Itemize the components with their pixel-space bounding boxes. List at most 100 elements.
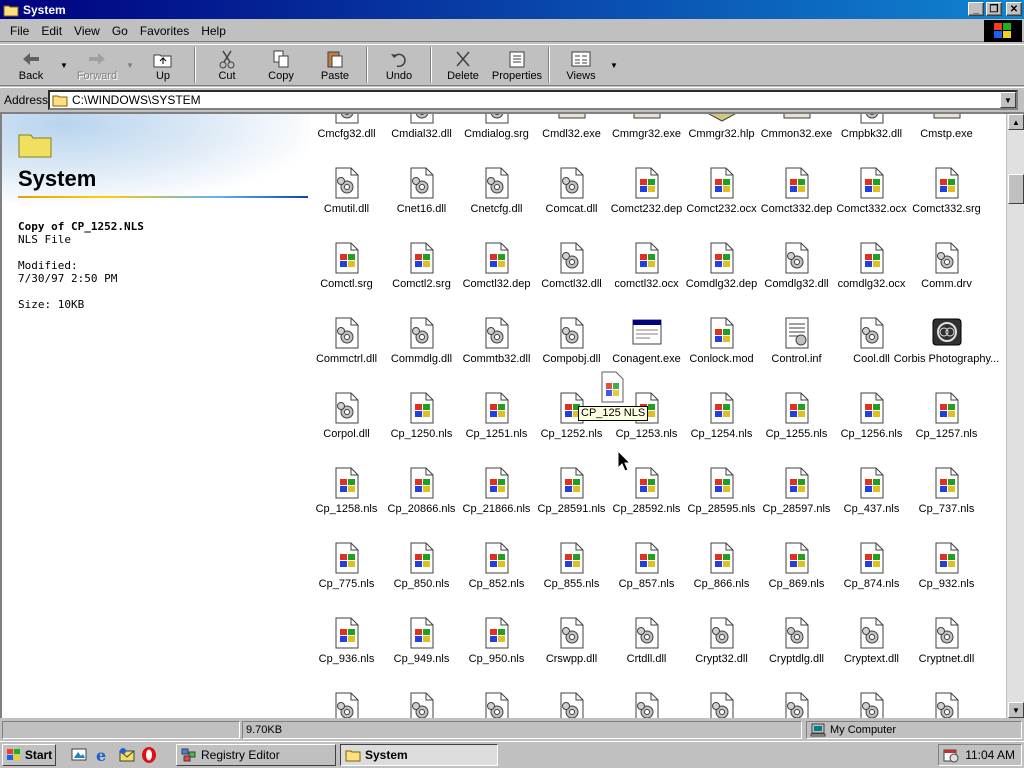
file-item[interactable]: Comct332.ocx [834,167,909,216]
file-item[interactable]: Comm.drv [909,242,984,291]
file-item[interactable]: Compobj.dll [534,317,609,366]
file-item[interactable]: Commctrl.dll [310,317,384,366]
scroll-down-button[interactable]: ▼ [1008,702,1024,718]
file-item[interactable]: Crypt32.dll [684,617,759,666]
file-item[interactable]: Crswpp.dll [534,617,609,666]
file-item[interactable]: Comctl32.dep [459,242,534,291]
internet-explorer-icon[interactable]: e [94,746,112,764]
scroll-thumb[interactable] [1008,174,1024,204]
file-item[interactable]: Cmmon32.exe [759,114,834,141]
minimize-button[interactable]: _ [968,2,984,16]
file-item[interactable]: Cp_1251.nls [459,392,534,441]
file-item[interactable]: Comctl32.dll [534,242,609,291]
menu-favorites[interactable]: Favorites [134,22,195,40]
file-item[interactable]: Cp_1250.nls [384,392,459,441]
file-item[interactable]: Cp_737.nls [909,467,984,516]
back-button[interactable]: Back [4,45,58,85]
file-item[interactable]: Cryptdlg.dll [759,617,834,666]
task-registry-editor[interactable]: Registry Editor [176,744,336,766]
file-item[interactable]: Cp_775.nls [310,542,384,591]
forward-dropdown[interactable]: ▼ [124,45,136,85]
copy-button[interactable]: Copy [254,45,308,85]
file-item[interactable] [909,692,984,718]
file-item[interactable]: Cp_1257.nls [909,392,984,441]
file-item[interactable]: Comct332.srg [909,167,984,216]
file-item[interactable]: Comct332.dep [759,167,834,216]
file-item[interactable]: Crtdll.dll [609,617,684,666]
file-item[interactable]: Commdlg.dll [384,317,459,366]
back-dropdown[interactable]: ▼ [58,45,70,85]
file-item[interactable]: Conagent.exe [609,317,684,366]
file-item[interactable]: Cmpbk32.dll [834,114,909,141]
scheduler-icon[interactable] [943,747,959,763]
file-item[interactable]: Comctl.srg [310,242,384,291]
close-button[interactable]: ✕ [1006,2,1022,16]
file-item[interactable] [684,692,759,718]
opera-icon[interactable] [140,746,158,764]
file-item[interactable]: Comct232.ocx [684,167,759,216]
file-item[interactable] [609,692,684,718]
outlook-express-icon[interactable] [118,746,136,764]
views-dropdown[interactable]: ▼ [608,45,620,85]
file-item[interactable]: comdlg32.ocx [834,242,909,291]
show-desktop-icon[interactable] [70,746,88,764]
file-item[interactable]: Cp_857.nls [609,542,684,591]
file-item[interactable]: Cp_1255.nls [759,392,834,441]
file-item[interactable]: Cp_437.nls [834,467,909,516]
file-item[interactable]: Cp_852.nls [459,542,534,591]
file-item[interactable]: Cp_1256.nls [834,392,909,441]
file-item[interactable]: Corpol.dll [310,392,384,441]
properties-button[interactable]: Properties [490,45,544,85]
file-item[interactable] [459,692,534,718]
address-dropdown[interactable]: ▼ [1000,92,1016,108]
file-item[interactable]: Cmutil.dll [310,167,384,216]
up-button[interactable]: Up [136,45,190,85]
file-item[interactable] [759,692,834,718]
file-item[interactable] [384,692,459,718]
title-bar[interactable]: System _ ❐ ✕ [0,0,1024,19]
file-item[interactable]: Comdlg32.dep [684,242,759,291]
paste-button[interactable]: Paste [308,45,362,85]
vertical-scrollbar[interactable]: ▲ ▼ [1006,114,1024,718]
file-item[interactable]: comctl32.ocx [609,242,684,291]
file-item[interactable]: Cp_950.nls [459,617,534,666]
file-item[interactable]: Cp_21866.nls [459,467,534,516]
menu-help[interactable]: Help [195,22,232,40]
file-item[interactable] [310,692,384,718]
file-item[interactable]: Cp_1254.nls [684,392,759,441]
file-item[interactable]: Cmmgr32.exe [609,114,684,141]
file-item[interactable]: Cryptnet.dll [909,617,984,666]
file-item[interactable]: Cp_866.nls [684,542,759,591]
file-item[interactable]: Cp_28597.nls [759,467,834,516]
file-item[interactable]: Comdlg32.dll [759,242,834,291]
file-item[interactable]: Comctl2.srg [384,242,459,291]
forward-button[interactable]: Forward [70,45,124,85]
file-item[interactable]: Cp_20866.nls [384,467,459,516]
file-item[interactable]: Conlock.mod [684,317,759,366]
file-item[interactable]: Cp_850.nls [384,542,459,591]
file-item[interactable]: Cnetcfg.dll [459,167,534,216]
file-item[interactable]: Cmdial32.dll [384,114,459,141]
scroll-up-button[interactable]: ▲ [1008,114,1024,130]
file-item[interactable]: Corbis Photography... [894,317,999,366]
cut-button[interactable]: Cut [200,45,254,85]
menu-edit[interactable]: Edit [35,22,68,40]
delete-button[interactable]: Delete [436,45,490,85]
file-item[interactable]: Comct232.dep [609,167,684,216]
file-item[interactable]: Cp_28595.nls [684,467,759,516]
address-input[interactable]: C:\WINDOWS\SYSTEM ▼ [48,90,1018,110]
undo-button[interactable]: Undo [372,45,426,85]
file-item[interactable]: Cmmgr32.hlp [684,114,759,141]
file-item[interactable]: Cnet16.dll [384,167,459,216]
file-item[interactable]: Commtb32.dll [459,317,534,366]
restore-button[interactable]: ❐ [986,2,1002,16]
file-item[interactable]: Cp_949.nls [384,617,459,666]
menu-go[interactable]: Go [106,22,134,40]
file-item[interactable]: Cp_936.nls [310,617,384,666]
file-item[interactable]: Cp_855.nls [534,542,609,591]
file-item[interactable]: Cmcfg32.dll [310,114,384,141]
file-item[interactable]: Cp_28591.nls [534,467,609,516]
file-item[interactable]: Cp_874.nls [834,542,909,591]
file-item[interactable] [834,692,909,718]
file-item[interactable]: Comcat.dll [534,167,609,216]
